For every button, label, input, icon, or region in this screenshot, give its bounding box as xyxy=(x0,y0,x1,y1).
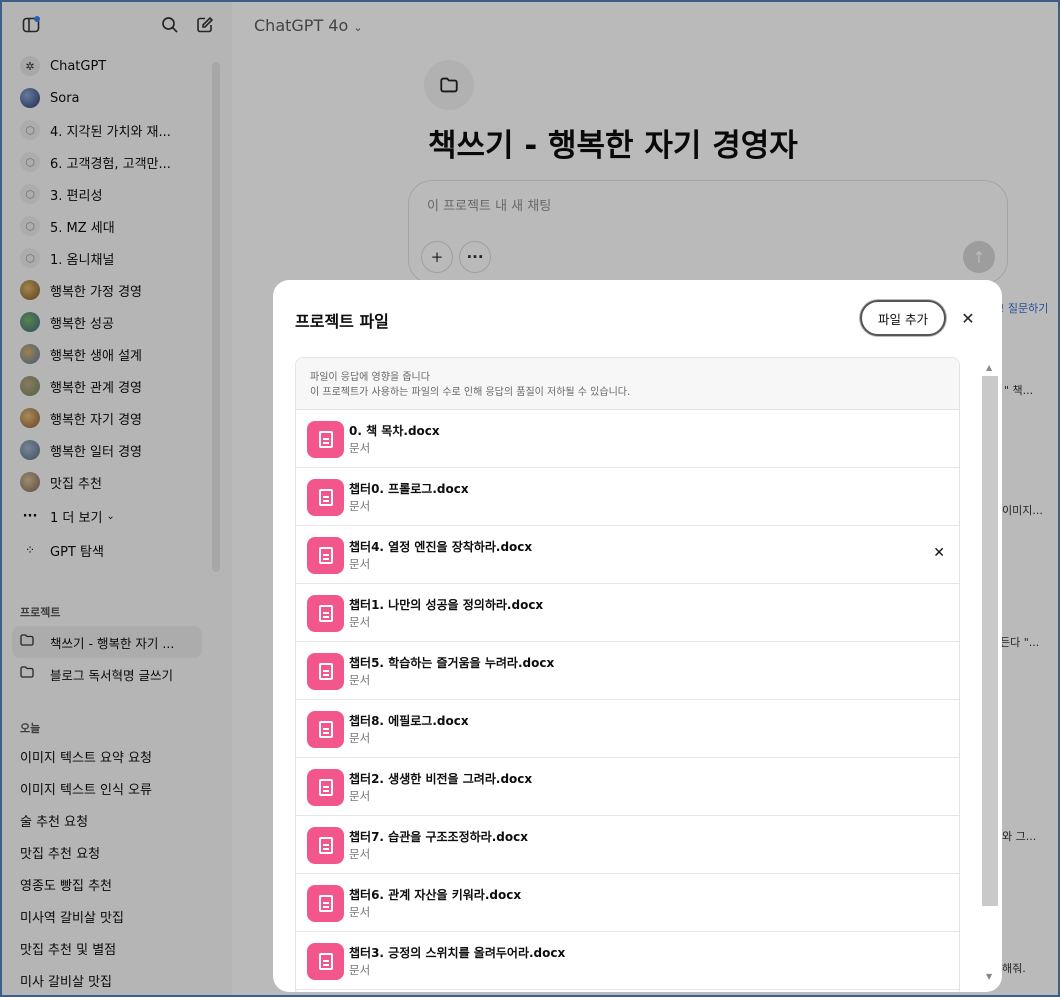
file-type: 문서 xyxy=(349,615,371,629)
file-row[interactable]: 챕터1. 나만의 성공을 정의하라.docx 문서 xyxy=(296,584,959,642)
document-icon xyxy=(307,653,344,690)
modal-title: 프로젝트 파일 xyxy=(295,312,389,331)
file-name: 챕터2. 생생한 비전을 그려라.docx xyxy=(349,772,533,786)
file-row[interactable]: 챕터2. 생생한 비전을 그려라.docx 문서 xyxy=(296,758,959,816)
close-icon[interactable]: ✕ xyxy=(956,306,980,330)
remove-file-icon[interactable]: ✕ xyxy=(933,545,945,561)
file-row[interactable]: 챕터0. 프롤로그.docx 문서 xyxy=(296,468,959,526)
file-name: 챕터1. 나만의 성공을 정의하라.docx xyxy=(349,598,544,612)
file-name: 챕터5. 학습하는 즐거움을 누려라.docx xyxy=(349,656,555,670)
app-window: ✲ ChatGPT Sora ⬡ 4. 지각된 가치와 재... ⬡ 6. 고객경험,… xyxy=(0,0,1060,997)
file-name: 챕터3. 긍정의 스위치를 올려두어라.docx xyxy=(349,946,566,960)
document-icon xyxy=(307,537,344,574)
document-icon xyxy=(307,885,344,922)
file-list: 파일이 응답에 영향을 줍니다 이 프로젝트가 사용하는 파일의 수로 인해 응… xyxy=(295,357,960,992)
file-name: 챕터0. 프롤로그.docx xyxy=(349,482,469,496)
file-type: 문서 xyxy=(349,441,371,455)
file-row[interactable]: 챕터8. 에필로그.docx 문서 xyxy=(296,700,959,758)
file-row[interactable]: 챕터4. 열정 엔진을 장착하라.docx 문서 ✕ xyxy=(296,526,959,584)
file-name: 챕터6. 관계 자산을 키워라.docx xyxy=(349,888,522,902)
file-type: 문서 xyxy=(349,963,371,977)
file-name: 챕터7. 습관을 구조조정하라.docx xyxy=(349,830,528,844)
file-name: 0. 책 목차.docx xyxy=(349,424,440,438)
modal-scrollbar-thumb[interactable] xyxy=(982,376,998,906)
file-type: 문서 xyxy=(349,673,371,687)
file-type: 문서 xyxy=(349,905,371,919)
document-icon xyxy=(307,479,344,516)
scroll-down-arrow-icon[interactable]: ▼ xyxy=(986,972,992,981)
document-icon xyxy=(307,711,344,748)
file-row[interactable]: 챕터7. 습관을 구조조정하라.docx 문서 xyxy=(296,816,959,874)
file-type: 문서 xyxy=(349,499,371,513)
file-notice: 파일이 응답에 영향을 줍니다 이 프로젝트가 사용하는 파일의 수로 인해 응… xyxy=(296,358,959,410)
add-file-button[interactable]: 파일 추가 xyxy=(860,300,946,336)
document-icon xyxy=(307,421,344,458)
document-icon xyxy=(307,827,344,864)
file-type: 문서 xyxy=(349,789,371,803)
document-icon xyxy=(307,943,344,980)
file-row[interactable]: 챕터5. 학습하는 즐거움을 누려라.docx 문서 xyxy=(296,642,959,700)
notice-line: 파일이 응답에 영향을 줍니다 xyxy=(310,372,430,383)
project-files-modal: 프로젝트 파일 파일 추가 ✕ 파일이 응답에 영향을 줍니다 이 프로젝트가 … xyxy=(273,280,1002,992)
file-name: 챕터4. 열정 엔진을 장착하라.docx xyxy=(349,540,533,554)
file-row[interactable]: 챕터3. 긍정의 스위치를 올려두어라.docx 문서 xyxy=(296,932,959,990)
document-icon xyxy=(307,595,344,632)
file-name: 챕터8. 에필로그.docx xyxy=(349,714,469,728)
scroll-up-arrow-icon[interactable]: ▲ xyxy=(986,363,992,372)
file-row[interactable]: 챕터6. 관계 자산을 키워라.docx 문서 xyxy=(296,874,959,932)
notice-line: 이 프로젝트가 사용하는 파일의 수로 인해 응답의 품질이 저하될 수 있습니… xyxy=(310,387,631,398)
document-icon xyxy=(307,769,344,806)
file-type: 문서 xyxy=(349,557,371,571)
file-type: 문서 xyxy=(349,731,371,745)
file-row[interactable]: 0. 책 목차.docx 문서 xyxy=(296,410,959,468)
file-type: 문서 xyxy=(349,847,371,861)
